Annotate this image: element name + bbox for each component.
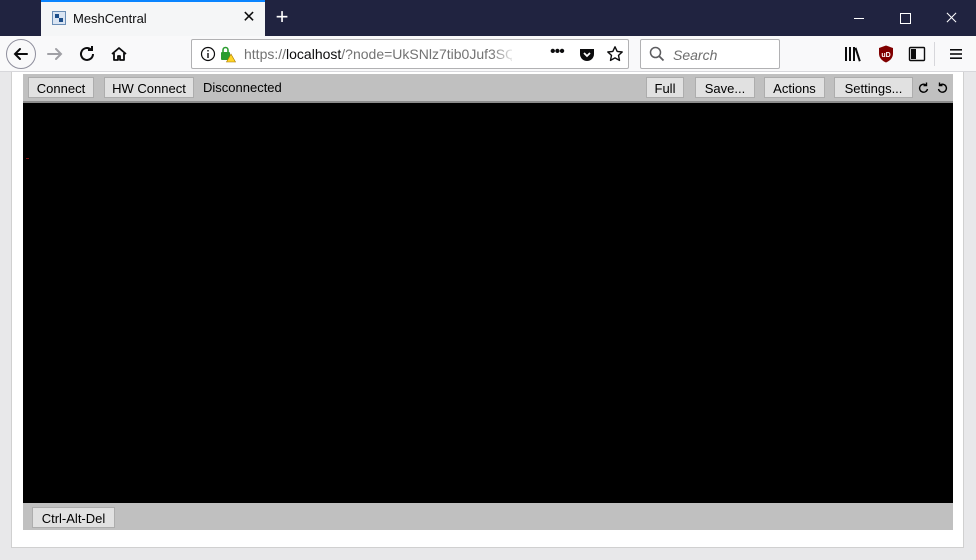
- rotate-cw-icon[interactable]: [936, 81, 948, 95]
- browser-navbar: https://localhost/?node=UkSNlz7tib0Juf3S…: [0, 36, 976, 72]
- arrow-left-icon: [13, 48, 28, 60]
- hw-connect-button[interactable]: HW Connect: [104, 77, 194, 98]
- library-icon[interactable]: [843, 44, 863, 64]
- desktop-toolbar: Connect HW Connect Disconnected Full Sav…: [23, 74, 953, 101]
- minimize-window-button[interactable]: [836, 0, 882, 36]
- svg-text:uD: uD: [881, 52, 890, 59]
- settings-button[interactable]: Settings...: [834, 77, 913, 98]
- search-box[interactable]: Search: [640, 39, 780, 69]
- connect-button[interactable]: Connect: [28, 77, 94, 98]
- reload-icon: [80, 46, 94, 61]
- search-placeholder: Search: [673, 47, 718, 63]
- url-host: localhost: [286, 46, 342, 62]
- arrow-right-icon: [47, 48, 63, 60]
- pocket-icon[interactable]: [578, 45, 596, 63]
- sidebar-icon[interactable]: [907, 44, 927, 64]
- url-scheme: https://: [244, 46, 287, 62]
- tab-meshcentral[interactable]: MeshCentral ✕: [41, 0, 265, 36]
- desktop-bottom-toolbar: Ctrl-Alt-Del: [23, 503, 953, 530]
- actions-button[interactable]: Actions: [764, 77, 825, 98]
- forward-button[interactable]: [40, 39, 70, 69]
- browser-titlebar: MeshCentral ✕ +: [0, 0, 976, 36]
- maximize-window-button[interactable]: [882, 0, 928, 36]
- back-button[interactable]: [6, 39, 36, 69]
- ctrl-alt-del-button[interactable]: Ctrl-Alt-Del: [32, 507, 115, 528]
- close-tab-icon[interactable]: ✕: [241, 9, 257, 27]
- full-screen-button[interactable]: Full: [646, 77, 684, 98]
- connection-status: Disconnected: [203, 80, 282, 95]
- tab-title: MeshCentral: [73, 11, 147, 26]
- close-window-button[interactable]: [928, 0, 974, 36]
- insecure-lock-warning-icon[interactable]: [219, 45, 237, 63]
- page-actions-icon[interactable]: •••: [550, 43, 565, 61]
- bookmark-star-icon[interactable]: [606, 45, 624, 63]
- home-icon: [111, 47, 127, 61]
- remote-desktop-screen[interactable]: [23, 103, 953, 503]
- site-info-icon[interactable]: [200, 46, 216, 62]
- url-bar[interactable]: https://localhost/?node=UkSNlz7tib0Juf3S…: [191, 39, 629, 69]
- url-text: https://localhost/?node=UkSNlz7tib0Juf3S…: [244, 46, 512, 62]
- ublock-origin-icon[interactable]: uD: [876, 44, 896, 64]
- search-icon: [649, 46, 665, 62]
- rotate-ccw-icon[interactable]: [918, 81, 930, 95]
- hamburger-menu-icon[interactable]: [946, 44, 966, 64]
- reload-button[interactable]: [72, 39, 102, 69]
- save-button[interactable]: Save...: [695, 77, 755, 98]
- url-path: /?node=UkSNlz7tib0Juf3SQ: [341, 46, 512, 62]
- home-button[interactable]: [104, 39, 134, 69]
- remote-cursor-mark: [26, 158, 29, 159]
- new-tab-button[interactable]: +: [271, 5, 293, 29]
- meshcentral-favicon-icon: [52, 11, 66, 25]
